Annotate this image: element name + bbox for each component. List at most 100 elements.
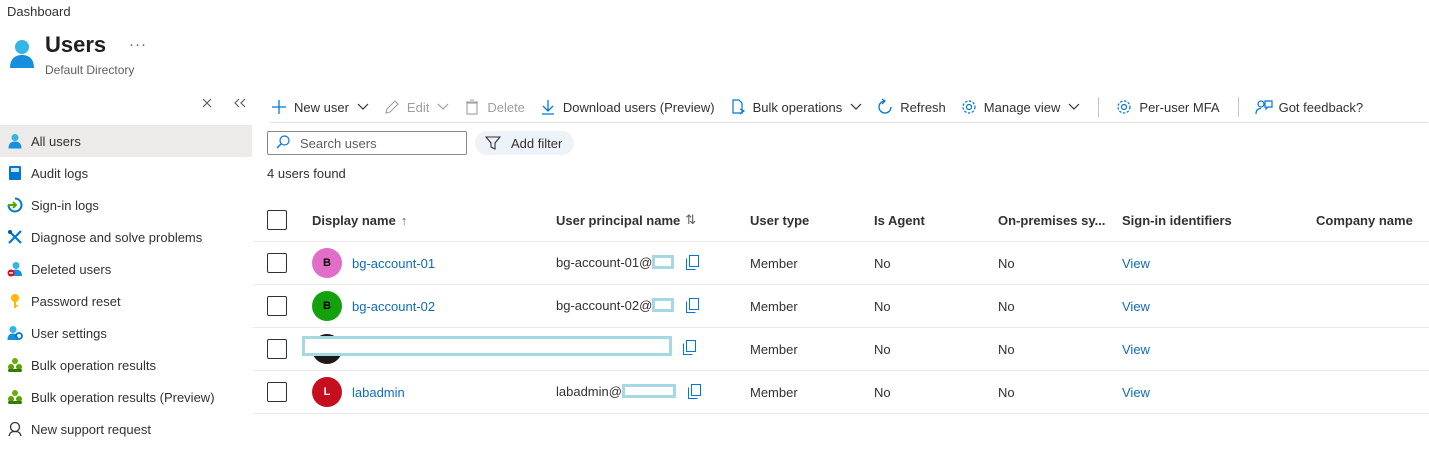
on-premises-cell: No bbox=[998, 255, 1015, 271]
sidebar-item-user-settings[interactable]: User settings bbox=[0, 317, 252, 349]
per-user-mfa-button[interactable]: Per-user MFA bbox=[1115, 94, 1220, 120]
table-row[interactable]: L labadmin labadmin@ Member No No View bbox=[253, 371, 1429, 414]
book-icon bbox=[7, 165, 23, 181]
refresh-button[interactable]: Refresh bbox=[876, 94, 946, 120]
search-input[interactable] bbox=[300, 135, 460, 151]
sidebar-item-bulk-results[interactable]: Bulk operation results bbox=[0, 349, 252, 381]
column-header-company-name[interactable]: Company name bbox=[1316, 199, 1413, 241]
key-icon bbox=[7, 293, 23, 309]
table-row[interactable]: Member No No View bbox=[253, 328, 1429, 371]
avatar: B bbox=[312, 248, 342, 278]
search-icon bbox=[276, 134, 290, 152]
feedback-icon bbox=[1254, 98, 1273, 116]
row-checkbox[interactable] bbox=[267, 339, 287, 359]
column-header-display-name[interactable]: Display name ↑ bbox=[312, 199, 407, 241]
delete-label: Delete bbox=[487, 99, 525, 115]
upn-text: labadmin@ bbox=[556, 383, 622, 399]
support-icon bbox=[7, 421, 23, 437]
sidebar-item-label: Audit logs bbox=[31, 165, 89, 181]
chevron-down-icon bbox=[1068, 103, 1080, 111]
column-header-user-type[interactable]: User type bbox=[750, 199, 809, 241]
sort-icon: ⇅ bbox=[685, 212, 697, 227]
sidebar-item-diagnose[interactable]: Diagnose and solve problems bbox=[0, 221, 252, 253]
display-name-link[interactable]: bg-account-01 bbox=[352, 256, 435, 271]
table-row[interactable]: B bg-account-01 bg-account-01@ Member No… bbox=[253, 242, 1429, 285]
delete-button[interactable]: Delete bbox=[463, 94, 525, 120]
copy-icon[interactable] bbox=[686, 254, 700, 270]
bulk-operations-label: Bulk operations bbox=[752, 99, 843, 115]
is-agent-cell: No bbox=[874, 384, 891, 400]
user-type-cell: Member bbox=[750, 341, 798, 357]
page-title: Users bbox=[45, 32, 107, 57]
sign-in-view-link[interactable]: View bbox=[1122, 328, 1150, 370]
column-header-label: User principal name bbox=[556, 212, 681, 228]
breadcrumb[interactable]: Dashboard bbox=[7, 4, 71, 19]
row-checkbox[interactable] bbox=[267, 253, 287, 273]
feedback-label: Got feedback? bbox=[1278, 99, 1364, 115]
sidebar-item-all-users[interactable]: All users bbox=[0, 125, 252, 157]
sidebar-item-password-reset[interactable]: Password reset bbox=[0, 285, 252, 317]
sidebar-item-label: Bulk operation results (Preview) bbox=[31, 389, 215, 405]
sign-in-view-link[interactable]: View bbox=[1122, 371, 1150, 413]
collapse-sidebar-icon[interactable] bbox=[234, 95, 246, 111]
column-header-is-agent[interactable]: Is Agent bbox=[874, 199, 925, 241]
edit-button[interactable]: Edit bbox=[383, 94, 449, 120]
sign-in-view-link[interactable]: View bbox=[1122, 242, 1150, 284]
sign-in-icon bbox=[7, 197, 23, 213]
filter-icon bbox=[485, 136, 501, 150]
user-type-cell: Member bbox=[750, 384, 798, 400]
user-icon bbox=[7, 133, 23, 149]
user-settings-icon bbox=[7, 325, 23, 341]
copy-icon[interactable] bbox=[686, 297, 700, 313]
copy-icon[interactable] bbox=[687, 383, 701, 399]
manage-view-button[interactable]: Manage view bbox=[960, 94, 1081, 120]
chevron-down-icon bbox=[850, 103, 862, 111]
manage-view-label: Manage view bbox=[983, 99, 1061, 115]
sidebar-item-label: Sign-in logs bbox=[31, 197, 99, 213]
is-agent-cell: No bbox=[874, 298, 891, 314]
bulk-operations-button[interactable]: Bulk operations bbox=[729, 94, 863, 120]
display-name-link[interactable]: labadmin bbox=[352, 385, 405, 400]
row-checkbox[interactable] bbox=[267, 382, 287, 402]
row-checkbox[interactable] bbox=[267, 296, 287, 316]
sidebar-item-label: New support request bbox=[31, 421, 151, 437]
display-name-link[interactable]: bg-account-02 bbox=[352, 299, 435, 314]
new-user-button[interactable]: New user bbox=[270, 94, 369, 120]
feedback-button[interactable]: Got feedback? bbox=[1254, 94, 1364, 120]
download-users-button[interactable]: Download users (Preview) bbox=[539, 94, 715, 120]
sidebar-item-support-request[interactable]: New support request bbox=[0, 413, 252, 445]
gear-icon bbox=[1115, 98, 1133, 116]
sidebar-item-audit-logs[interactable]: Audit logs bbox=[0, 157, 252, 189]
on-premises-cell: No bbox=[998, 341, 1015, 357]
users-page-icon bbox=[8, 38, 36, 70]
download-icon bbox=[539, 98, 557, 116]
copy-icon[interactable] bbox=[683, 339, 696, 355]
redaction-box bbox=[652, 255, 675, 269]
user-type-cell: Member bbox=[750, 255, 798, 271]
sidebar-item-bulk-results-preview[interactable]: Bulk operation results (Preview) bbox=[0, 381, 252, 413]
add-filter-button[interactable]: Add filter bbox=[475, 131, 574, 155]
sign-in-view-link[interactable]: View bbox=[1122, 285, 1150, 327]
group-icon bbox=[7, 389, 23, 405]
column-header-upn[interactable]: User principal name ⇅ bbox=[556, 199, 696, 241]
table-row[interactable]: B bg-account-02 bg-account-02@ Member No… bbox=[253, 285, 1429, 328]
sort-ascending-icon: ↑ bbox=[400, 212, 408, 228]
sidebar-item-label: Diagnose and solve problems bbox=[31, 229, 203, 245]
column-header-sign-in-identifiers[interactable]: Sign-in identifiers bbox=[1122, 199, 1232, 241]
toolbar-divider bbox=[1098, 97, 1100, 117]
refresh-icon bbox=[876, 98, 894, 116]
close-icon[interactable] bbox=[202, 95, 212, 111]
search-box[interactable] bbox=[267, 131, 467, 155]
user-type-cell: Member bbox=[750, 298, 798, 314]
is-agent-cell: No bbox=[874, 341, 891, 357]
group-icon bbox=[7, 357, 23, 373]
deleted-user-icon bbox=[7, 261, 23, 277]
sidebar-item-sign-in-logs[interactable]: Sign-in logs bbox=[0, 189, 252, 221]
is-agent-cell: No bbox=[874, 255, 891, 271]
redaction-box bbox=[621, 384, 676, 398]
sidebar-item-deleted-users[interactable]: Deleted users bbox=[0, 253, 252, 285]
redaction-box bbox=[652, 298, 675, 312]
column-header-on-premises[interactable]: On-premises sy... bbox=[998, 199, 1105, 241]
select-all-checkbox[interactable] bbox=[267, 210, 287, 230]
more-options-icon[interactable]: ··· bbox=[129, 36, 147, 53]
